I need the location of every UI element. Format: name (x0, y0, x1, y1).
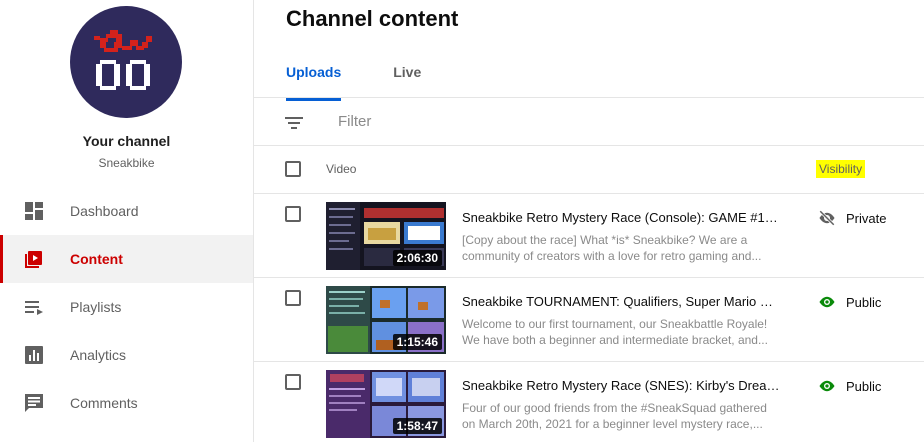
content-icon (25, 251, 42, 268)
visibility-label: Public (846, 294, 882, 310)
divider (254, 145, 924, 146)
comments-icon (25, 394, 43, 412)
video-duration: 1:58:47 (392, 418, 442, 434)
channel-title: Your channel (82, 133, 171, 149)
sidebar-item-content[interactable]: Content (0, 235, 253, 283)
video-description: Welcome to our first tournament, our Sne… (462, 316, 780, 348)
video-description-line: Welcome to our first tournament, our Sne… (462, 317, 768, 331)
tab-live[interactable]: Live (393, 64, 421, 101)
tab-bar: Uploads Live (286, 64, 421, 101)
page-title: Channel content (286, 6, 459, 31)
video-description-line: [Copy about the race] What *is* Sneakbik… (462, 233, 748, 247)
video-duration: 1:15:46 (392, 334, 442, 350)
video-description: Four of our good friends from the #Sneak… (462, 400, 780, 432)
column-header-visibility[interactable]: Visibility (816, 160, 866, 178)
visibility-dropdown[interactable]: Private (818, 209, 886, 227)
select-all-checkbox[interactable] (285, 161, 301, 177)
video-description-line: Four of our good friends from the #Sneak… (462, 401, 767, 415)
sidebar-item-dashboard[interactable]: Dashboard (0, 187, 253, 235)
visibility-dropdown[interactable]: Public (818, 293, 881, 311)
video-description-line: on March 20th, 2021 for a beginner level… (462, 417, 763, 431)
sidebar-item-comments[interactable]: Comments (0, 379, 253, 427)
dashboard-icon (25, 202, 43, 220)
video-thumbnail[interactable]: 1:58:47 (326, 370, 446, 438)
table-row[interactable]: 2:06:30 Sneakbike Retro Mystery Race (Co… (254, 194, 924, 278)
eye-icon (819, 296, 835, 308)
eye-off-icon (819, 210, 835, 226)
filter-icon[interactable] (284, 113, 304, 133)
column-header-video[interactable]: Video (326, 162, 356, 176)
main-content: Channel content Uploads Live Filter Vide… (254, 0, 924, 442)
row-checkbox[interactable] (285, 374, 301, 390)
sidebar-item-label: Content (70, 251, 123, 267)
video-description: [Copy about the race] What *is* Sneakbik… (462, 232, 780, 264)
sidebar-item-analytics[interactable]: Analytics (0, 331, 253, 379)
video-duration: 2:06:30 (392, 250, 442, 266)
filter-input[interactable]: Filter (338, 113, 371, 130)
video-title[interactable]: Sneakbike Retro Mystery Race (SNES): Kir… (462, 378, 780, 393)
visibility-label: Private (846, 210, 887, 226)
table-row[interactable]: 1:15:46 Sneakbike TOURNAMENT: Qualifiers… (254, 278, 924, 362)
video-title[interactable]: Sneakbike TOURNAMENT: Qualifiers, Super … (462, 294, 780, 309)
video-description-line: community of creators with a love for re… (462, 249, 762, 263)
sidebar-item-label: Dashboard (70, 203, 139, 219)
channel-handle: Sneakbike (98, 156, 155, 170)
video-thumbnail[interactable]: 2:06:30 (326, 202, 446, 270)
tab-uploads[interactable]: Uploads (286, 64, 342, 101)
playlists-icon (25, 301, 43, 315)
divider (254, 97, 924, 98)
sidebar-nav: Dashboard Content Playlists Analytics Co… (0, 187, 253, 427)
sneakbike-logo-icon (94, 30, 152, 90)
eye-icon (819, 380, 835, 392)
sidebar-item-label: Comments (70, 395, 138, 411)
video-title[interactable]: Sneakbike Retro Mystery Race (Console): … (462, 210, 780, 225)
row-checkbox[interactable] (285, 290, 301, 306)
sidebar-item-label: Analytics (70, 347, 127, 363)
row-checkbox[interactable] (285, 206, 301, 222)
video-description-line: We have both a beginner and intermediate… (462, 333, 768, 347)
table-row[interactable]: 1:58:47 Sneakbike Retro Mystery Race (SN… (254, 362, 924, 446)
visibility-dropdown[interactable]: Public (818, 377, 881, 395)
sidebar: Your channel Sneakbike Dashboard Content… (0, 0, 254, 442)
visibility-label: Public (846, 378, 882, 394)
sidebar-item-playlists[interactable]: Playlists (0, 283, 253, 331)
video-thumbnail[interactable]: 1:15:46 (326, 286, 446, 354)
channel-avatar[interactable] (70, 6, 182, 118)
analytics-icon (25, 346, 43, 364)
sidebar-item-label: Playlists (70, 299, 122, 315)
